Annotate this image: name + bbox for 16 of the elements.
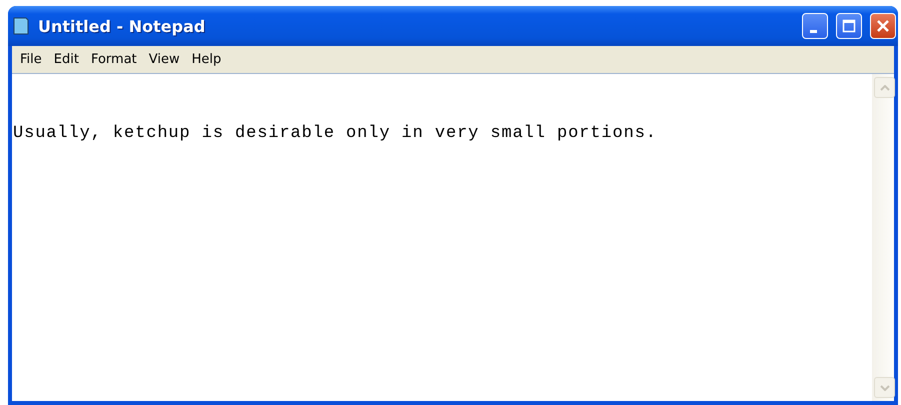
- menu-item[interactable]: View: [142, 52, 186, 67]
- minimize-icon: [810, 30, 816, 32]
- maximize-icon: [842, 19, 856, 33]
- menu-item[interactable]: Format: [84, 52, 143, 67]
- window-title: Untitled - Notepad: [38, 16, 206, 36]
- maximize-button[interactable]: [836, 13, 862, 39]
- document-text: Usually, ketchup is desirable only in very small portions.: [13, 124, 657, 143]
- menu-item[interactable]: Edit: [48, 52, 85, 67]
- chevron-up-icon: [880, 84, 890, 90]
- notepad-icon: [12, 16, 30, 36]
- close-button[interactable]: [870, 13, 896, 39]
- close-icon: [876, 19, 890, 33]
- minimize-button[interactable]: [802, 13, 828, 39]
- menu-item[interactable]: File: [14, 52, 48, 67]
- menu-item[interactable]: Help: [186, 52, 228, 67]
- chevron-down-icon: [880, 384, 890, 390]
